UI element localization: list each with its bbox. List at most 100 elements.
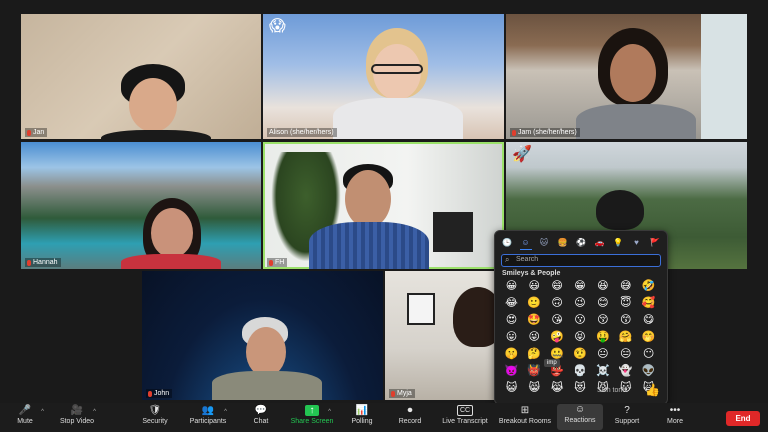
emoji-item[interactable]: 😋 <box>637 314 660 327</box>
emoji-item[interactable]: 😘 <box>546 314 569 327</box>
emoji-item[interactable]: 😚 <box>591 314 614 327</box>
emoji-item[interactable]: ☠️ <box>591 365 614 378</box>
emoji-item[interactable]: 😉 <box>569 297 592 310</box>
polling-button[interactable]: 📊 Polling <box>337 405 387 425</box>
emoji-item[interactable]: 👿 <box>500 365 523 378</box>
emoji-item[interactable]: 😆 <box>591 280 614 293</box>
emoji-item[interactable]: 😇 <box>614 297 637 310</box>
participants-button[interactable]: 👥 Participants ^ <box>183 405 233 425</box>
chevron-up-icon[interactable]: ^ <box>93 409 96 415</box>
emoji-item[interactable]: 🤣 <box>637 280 660 293</box>
chevron-up-icon[interactable]: ^ <box>224 409 227 415</box>
emoji-item[interactable]: 👽 <box>637 365 660 378</box>
emoji-item[interactable]: 😝 <box>569 331 592 344</box>
video-tile-hannah[interactable]: Hannah <box>21 142 261 269</box>
more-button[interactable]: ••• More <box>650 405 700 425</box>
smileys-category-icon[interactable]: ☺ <box>519 237 532 250</box>
record-button[interactable]: ⏺ Record <box>385 405 435 425</box>
symbols-category-icon[interactable]: ♥ <box>631 237 643 249</box>
emoji-item[interactable]: 😑 <box>614 348 637 361</box>
breakout-rooms-button[interactable]: ⊞ Breakout Rooms <box>496 405 554 425</box>
muted-mic-icon <box>27 259 31 266</box>
participants-icon: 👥 <box>201 405 215 416</box>
chat-button[interactable]: 💬 Chat <box>236 405 286 425</box>
activity-category-icon[interactable]: ⚽ <box>575 237 587 249</box>
food-category-icon[interactable]: 🍔 <box>557 237 569 249</box>
video-tile-jam[interactable]: Jam (she/her/hers) <box>506 14 747 139</box>
emoji-item[interactable]: 😅 <box>614 280 637 293</box>
emoji-tooltip: imp <box>544 359 560 367</box>
share-screen-button[interactable]: ↑ Share Screen ^ <box>287 405 337 425</box>
emoji-picker-popup[interactable]: 🕒 ☺ 🐱 🍔 ⚽ 🚗 💡 ♥ 🚩 ⌕ Search Smileys & Peo… <box>494 230 668 405</box>
emoji-item[interactable]: 🤩 <box>523 314 546 327</box>
participant-body <box>333 98 463 139</box>
emoji-item[interactable]: 😂 <box>500 297 523 310</box>
muted-mic-icon <box>27 129 31 136</box>
emoji-item[interactable]: 🤗 <box>614 331 637 344</box>
search-icon: ⌕ <box>505 255 510 264</box>
emoji-item[interactable]: 😜 <box>523 331 546 344</box>
reactions-button[interactable]: ☺ Reactions <box>557 404 603 430</box>
stop-video-button[interactable]: 🎥 Stop Video ^ <box>52 405 102 425</box>
emoji-item[interactable]: 🤔 <box>523 348 546 361</box>
emoji-item[interactable]: 😹 <box>546 382 569 395</box>
emoji-item[interactable]: 😀 <box>500 280 523 293</box>
video-tile-myja[interactable]: Myja <box>385 271 495 400</box>
support-button[interactable]: ? Support <box>602 405 652 425</box>
emoji-item[interactable]: 🤑 <box>591 331 614 344</box>
participant-name-label: Jam (she/her/hers) <box>510 128 580 137</box>
emoji-item[interactable]: 😄 <box>546 280 569 293</box>
emoji-item[interactable]: 😛 <box>500 331 523 344</box>
emoji-item[interactable]: 🤫 <box>500 348 523 361</box>
wall-art <box>407 293 435 325</box>
emoji-item[interactable]: 😶 <box>637 348 660 361</box>
video-tile-jan[interactable]: Jan <box>21 14 261 139</box>
participant-name-label: John <box>146 389 173 398</box>
shield-icon: 🛡 <box>148 405 162 416</box>
live-transcript-button[interactable]: CC Live Transcript <box>438 405 492 425</box>
muted-mic-icon <box>391 390 395 397</box>
objects-category-icon[interactable]: 💡 <box>612 237 624 249</box>
recent-category-icon[interactable]: 🕒 <box>501 237 513 249</box>
animals-category-icon[interactable]: 🐱 <box>538 237 550 249</box>
skin-tone-selector[interactable]: 👍 <box>645 383 660 397</box>
video-tile-alison[interactable]: 😱 Alison (she/her/hers) <box>263 14 504 139</box>
video-tile-john[interactable]: John <box>142 271 383 400</box>
emoji-item[interactable]: 😍 <box>500 314 523 327</box>
emoji-item[interactable]: 🤪 <box>546 331 569 344</box>
emoji-item[interactable]: 😐 <box>591 348 614 361</box>
participant-body <box>212 371 322 400</box>
travel-category-icon[interactable]: 🚗 <box>594 237 606 249</box>
chevron-up-icon[interactable]: ^ <box>328 409 331 415</box>
emoji-item[interactable]: 😸 <box>523 382 546 395</box>
emoji-item[interactable]: 👹 <box>523 365 546 378</box>
mute-button[interactable]: 🎤 Mute ^ <box>0 405 50 425</box>
emoji-item[interactable]: 🙂 <box>523 297 546 310</box>
emoji-item[interactable]: 😁 <box>569 280 592 293</box>
emoji-item[interactable]: 🤭 <box>637 331 660 344</box>
emoji-item[interactable]: 👻 <box>614 365 637 378</box>
emoji-item[interactable]: 😗 <box>569 314 592 327</box>
monitor-decoration <box>433 212 473 252</box>
emoji-item[interactable]: 🤨 <box>569 348 592 361</box>
emoji-item[interactable]: 😻 <box>569 382 592 395</box>
emoji-item[interactable]: 🙃 <box>546 297 569 310</box>
participant-name-label: Myja <box>389 389 415 398</box>
emoji-item[interactable]: 😃 <box>523 280 546 293</box>
participant-body <box>576 104 696 139</box>
emoji-search-input[interactable]: ⌕ Search <box>501 254 661 267</box>
security-button[interactable]: 🛡 Security <box>130 405 180 425</box>
record-icon: ⏺ <box>407 405 413 416</box>
video-tile-fh[interactable]: FH <box>263 142 504 269</box>
emoji-item[interactable]: 😙 <box>614 314 637 327</box>
flags-category-icon[interactable]: 🚩 <box>649 237 661 249</box>
share-screen-icon: ↑ <box>305 405 319 416</box>
emoji-item[interactable]: 🥰 <box>637 297 660 310</box>
participant-body <box>309 222 429 269</box>
emoji-item[interactable]: 💀 <box>569 365 592 378</box>
chevron-up-icon[interactable]: ^ <box>41 409 44 415</box>
participant-name-label: FH <box>267 258 288 267</box>
emoji-item[interactable]: 😊 <box>591 297 614 310</box>
emoji-item[interactable]: 😺 <box>500 382 523 395</box>
end-meeting-button[interactable]: End <box>726 411 760 426</box>
